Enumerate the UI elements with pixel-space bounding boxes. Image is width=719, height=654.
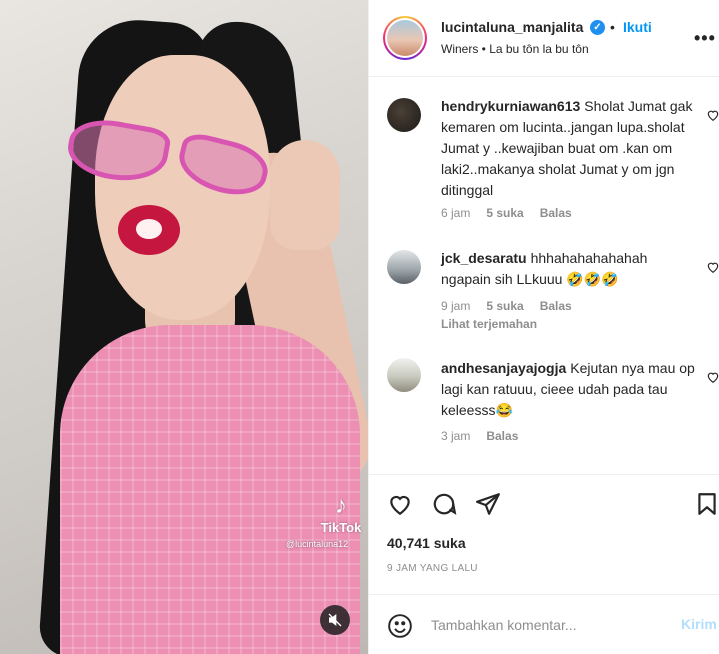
emoji-smiley-icon[interactable] — [387, 613, 413, 639]
comment-bubble-icon[interactable] — [431, 491, 457, 517]
commenter-username[interactable]: jck_desaratu — [441, 250, 527, 266]
post-details-panel: lucintaluna_manjalita ✓ • Ikuti Winers •… — [368, 0, 719, 654]
avatar-image — [387, 20, 423, 56]
pink-top-shape — [60, 325, 360, 654]
comment-meta: 6 jam 5 suka Balas — [441, 206, 588, 220]
tiktok-label: TikTok — [320, 520, 362, 535]
separator-dot: • — [610, 19, 615, 35]
muted-speaker-icon — [328, 613, 342, 627]
post-media-video[interactable]: ♪ TikTok @lucintaluna12 — [0, 0, 368, 654]
comment-likes[interactable]: 5 suka — [486, 299, 523, 313]
post-header: lucintaluna_manjalita ✓ • Ikuti Winers •… — [369, 0, 719, 77]
comment-likes[interactable]: 5 suka — [486, 206, 523, 220]
like-comment-heart-icon[interactable] — [706, 108, 719, 122]
like-comment-heart-icon[interactable] — [706, 370, 719, 384]
like-heart-icon[interactable] — [387, 491, 413, 517]
commenter-username[interactable]: hendrykurniawan613 — [441, 98, 580, 114]
comment-body: hendrykurniawan613 Sholat Jumat gak kemar… — [441, 96, 696, 201]
comment-body: jck_desaratu hhhahahahahahah ngapain sih … — [441, 248, 696, 290]
tiktok-logo-icon: ♪ — [335, 492, 347, 519]
comment-meta: 3 jam Balas — [441, 429, 534, 443]
verified-badge-icon: ✓ — [590, 20, 605, 35]
more-options-icon[interactable]: ••• — [694, 28, 716, 49]
see-translation-link[interactable]: Lihat terjemahan — [441, 317, 537, 331]
comment-time[interactable]: 9 jam — [441, 299, 470, 313]
comment-body: andhesanjayajogja Kejutan nya mau op lagi… — [441, 358, 696, 421]
tiktok-username: @lucintaluna12 — [286, 539, 349, 549]
likes-count[interactable]: 40,741 suka — [387, 535, 466, 551]
comment-input[interactable] — [431, 615, 671, 635]
author-username[interactable]: lucintaluna_manjalita — [441, 19, 583, 35]
commenter-avatar[interactable] — [387, 250, 421, 284]
share-send-icon[interactable] — [475, 491, 501, 517]
commenter-avatar[interactable] — [387, 98, 421, 132]
mute-button[interactable] — [320, 605, 350, 635]
commenter-username[interactable]: andhesanjayajogja — [441, 360, 566, 376]
comment-time[interactable]: 3 jam — [441, 429, 470, 443]
commenter-avatar[interactable] — [387, 358, 421, 392]
comment-composer: Kirim — [369, 594, 719, 654]
like-comment-heart-icon[interactable] — [706, 260, 719, 274]
reply-button[interactable]: Balas — [540, 206, 572, 220]
hand-shape — [270, 140, 340, 250]
save-bookmark-icon[interactable] — [694, 491, 719, 517]
reply-button[interactable]: Balas — [540, 299, 572, 313]
follow-button[interactable]: Ikuti — [623, 19, 652, 35]
audio-track[interactable]: Winers • La bu tôn la bu tôn — [441, 42, 589, 56]
lips-shape — [118, 205, 180, 255]
post-timestamp[interactable]: 9 JAM YANG LALU — [387, 563, 478, 574]
avatar[interactable] — [383, 16, 427, 60]
comment-meta: 9 jam 5 suka Balas — [441, 299, 588, 313]
comment-time[interactable]: 6 jam — [441, 206, 470, 220]
reply-button[interactable]: Balas — [486, 429, 518, 443]
post-actions: 40,741 suka 9 JAM YANG LALU — [369, 474, 719, 594]
post-comment-button[interactable]: Kirim — [681, 616, 717, 632]
comments-list[interactable]: hendrykurniawan613 Sholat Jumat gak kemar… — [369, 78, 719, 473]
tiktok-watermark: ♪ TikTok — [318, 492, 364, 535]
